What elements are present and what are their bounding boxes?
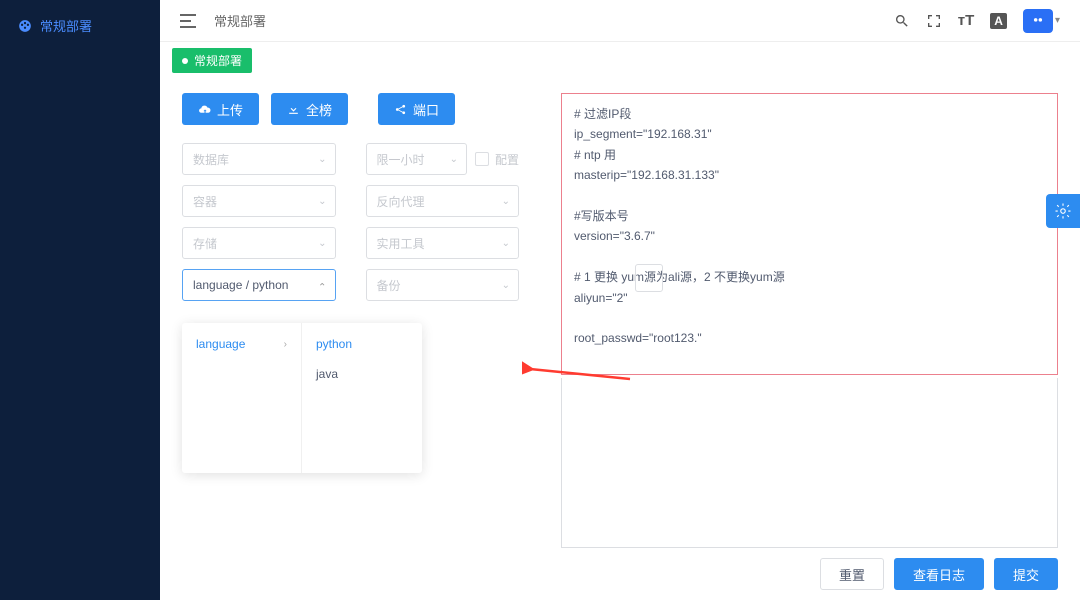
storage-select[interactable]: 存储⌄ — [182, 227, 336, 259]
share-icon — [394, 103, 407, 116]
config-textarea[interactable] — [561, 93, 1058, 375]
cascader-item-python[interactable]: python — [302, 329, 422, 359]
sidebar-item-label: 常规部署 — [40, 16, 92, 35]
reverse-proxy-select[interactable]: 反向代理⌄ — [366, 185, 520, 217]
chevron-down-icon: ⌄ — [502, 280, 510, 291]
main: 常规部署 тT A ▾ 常规部署 — [160, 0, 1080, 600]
sidebar: 常规部署 — [0, 0, 160, 600]
chevron-down-icon: ⌄ — [502, 238, 510, 249]
utility-select[interactable]: 实用工具⌄ — [366, 227, 520, 259]
cloud-upload-icon — [198, 103, 211, 116]
float-settings-button[interactable] — [1046, 194, 1080, 228]
cascader-column-2: python java — [302, 323, 422, 473]
full-list-button[interactable]: 全榜 — [271, 93, 348, 125]
checkbox-icon — [475, 152, 489, 166]
avatar[interactable] — [1023, 9, 1053, 33]
config-textarea-lower[interactable] — [561, 378, 1058, 548]
chevron-down-icon: ⌄ — [318, 238, 326, 249]
port-button[interactable]: 端口 — [378, 93, 455, 125]
fullscreen-icon[interactable] — [926, 13, 942, 29]
upload-button[interactable]: 上传 — [182, 93, 259, 125]
chevron-down-icon: ⌄ — [318, 196, 326, 207]
status-dot-icon — [182, 58, 188, 64]
topbar: 常规部署 тT A ▾ — [160, 0, 1080, 42]
font-size-icon[interactable]: тT — [958, 13, 975, 28]
time-range-select[interactable]: 限一小时⌄ — [366, 143, 467, 175]
search-icon[interactable] — [894, 13, 910, 29]
hidden-row-select[interactable]: ⌄ — [635, 264, 663, 292]
sidebar-item-deploy[interactable]: 常规部署 — [0, 0, 160, 51]
chevron-down-icon: ⌄ — [502, 196, 510, 207]
container-select[interactable]: 容器⌄ — [182, 185, 336, 217]
user-icon — [1031, 14, 1045, 28]
status-tag-label: 常规部署 — [194, 52, 242, 69]
reset-button[interactable]: 重置 — [820, 558, 884, 590]
menu-toggle-icon[interactable] — [180, 14, 196, 28]
language-toggle-icon[interactable]: A — [990, 13, 1007, 29]
chevron-down-icon: ⌄ — [318, 154, 326, 165]
view-log-button[interactable]: 查看日志 — [894, 558, 984, 590]
gear-icon — [1054, 202, 1072, 220]
status-tag[interactable]: 常规部署 — [172, 48, 252, 73]
backup-select[interactable]: 备份⌄ — [366, 269, 520, 301]
database-select[interactable]: 数据库⌄ — [182, 143, 336, 175]
cascader-column-1: language› — [182, 323, 302, 473]
chevron-right-icon: › — [284, 339, 287, 350]
footer: 重置 查看日志 提交 — [820, 558, 1058, 590]
chevron-down-icon: ⌄ — [450, 154, 458, 165]
cascader-item-java[interactable]: java — [302, 359, 422, 389]
left-column: 上传 全榜 端口 数据库⌄ 限一小时⌄ 配置 — [182, 93, 519, 586]
config-checkbox[interactable]: 配置 — [475, 151, 519, 168]
download-icon — [287, 103, 300, 116]
breadcrumb: 常规部署 — [214, 11, 266, 30]
language-select[interactable]: language / python⌄ — [182, 269, 336, 301]
submit-button[interactable]: 提交 — [994, 558, 1058, 590]
status-bar: 常规部署 — [160, 42, 1080, 79]
chevron-down-icon[interactable]: ▾ — [1055, 15, 1060, 26]
dashboard-icon — [18, 19, 32, 33]
cascader-popup: language› python java — [182, 323, 422, 473]
right-column — [561, 93, 1058, 586]
cascader-item-language[interactable]: language› — [182, 329, 301, 359]
chevron-up-icon: ⌄ — [318, 280, 326, 291]
